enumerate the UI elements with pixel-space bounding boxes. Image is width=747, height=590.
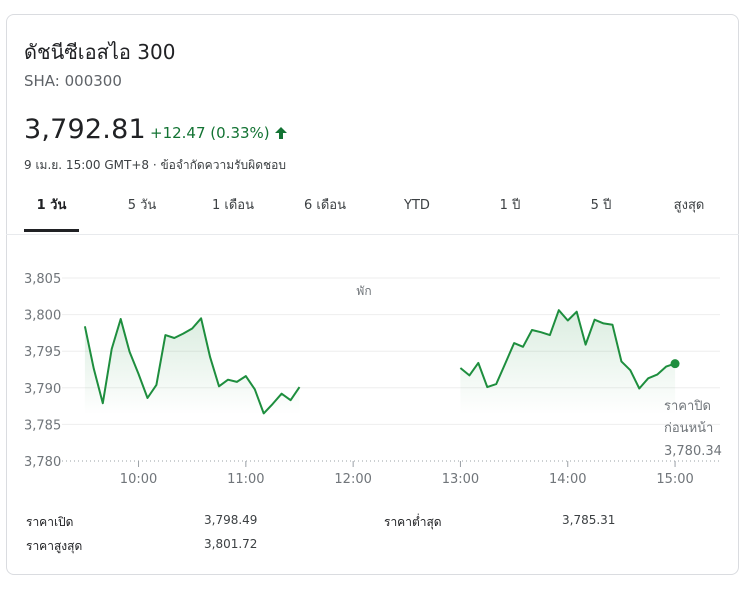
y-tick-label: 3,790 <box>24 382 61 397</box>
stat-low-label: ราคาต่ำสุด <box>384 515 442 529</box>
tab-ytd[interactable]: YTD <box>391 188 443 232</box>
price-change: +12.47 (0.33%) <box>150 124 288 142</box>
ticker-symbol: SHA: 000300 <box>24 72 122 90</box>
tab-6-months[interactable]: 6 เดือน <box>294 188 356 232</box>
stat-high-value: 3,801.72 <box>204 537 258 551</box>
stat-open-label: ราคาเปิด <box>26 515 74 529</box>
prev-close-label-1: ราคาปิด <box>664 399 711 414</box>
x-tick-label: 10:00 <box>120 472 157 487</box>
x-tick-label: 14:00 <box>549 472 586 487</box>
tab-1-day[interactable]: 1 วัน <box>24 188 79 232</box>
y-tick-label: 3,800 <box>24 309 61 324</box>
index-title: ดัชนีซีเอสไอ 300 <box>24 40 176 64</box>
tab-max[interactable]: สูงสุด <box>664 188 714 232</box>
market-break-label: พัก <box>356 284 371 298</box>
current-price: 3,792.81 <box>24 114 146 145</box>
x-tick-label: 12:00 <box>334 472 371 487</box>
range-tabs: 1 วัน 5 วัน 1 เดือน 6 เดือน YTD 1 ปี 5 ป… <box>6 188 739 235</box>
y-tick-label: 3,795 <box>24 345 61 360</box>
last-price-dot <box>670 359 680 369</box>
tab-5-days[interactable]: 5 วัน <box>116 188 168 232</box>
stat-low-value: 3,785.31 <box>562 513 616 527</box>
series-area-afternoon <box>460 310 676 415</box>
timestamp-disclaimer[interactable]: 9 เม.ย. 15:00 GMT+8 · ข้อจำกัดความรับผิด… <box>24 156 286 175</box>
tab-1-month[interactable]: 1 เดือน <box>202 188 264 232</box>
tab-1-year[interactable]: 1 ปี <box>488 188 532 232</box>
arrow-up-icon <box>274 126 288 140</box>
prev-close-value: 3,780.34 <box>664 444 722 459</box>
active-tab-indicator <box>24 229 79 232</box>
x-tick-label: 15:00 <box>656 472 693 487</box>
x-tick-label: 11:00 <box>227 472 264 487</box>
price-change-text: +12.47 (0.33%) <box>150 124 270 142</box>
y-tick-label: 3,805 <box>24 272 61 287</box>
stat-high-label: ราคาสูงสุด <box>26 539 83 553</box>
tab-5-years[interactable]: 5 ปี <box>579 188 623 232</box>
prev-close-label-2: ก่อนหน้า <box>664 421 713 436</box>
price-chart[interactable]: 3,805 3,800 3,795 3,790 3,785 3,780 10:00 11:00… <box>0 255 747 505</box>
x-tick-label: 13:00 <box>442 472 479 487</box>
stat-open-value: 3,798.49 <box>204 513 258 527</box>
y-tick-label: 3,785 <box>24 418 61 433</box>
y-tick-label: 3,780 <box>24 455 61 470</box>
